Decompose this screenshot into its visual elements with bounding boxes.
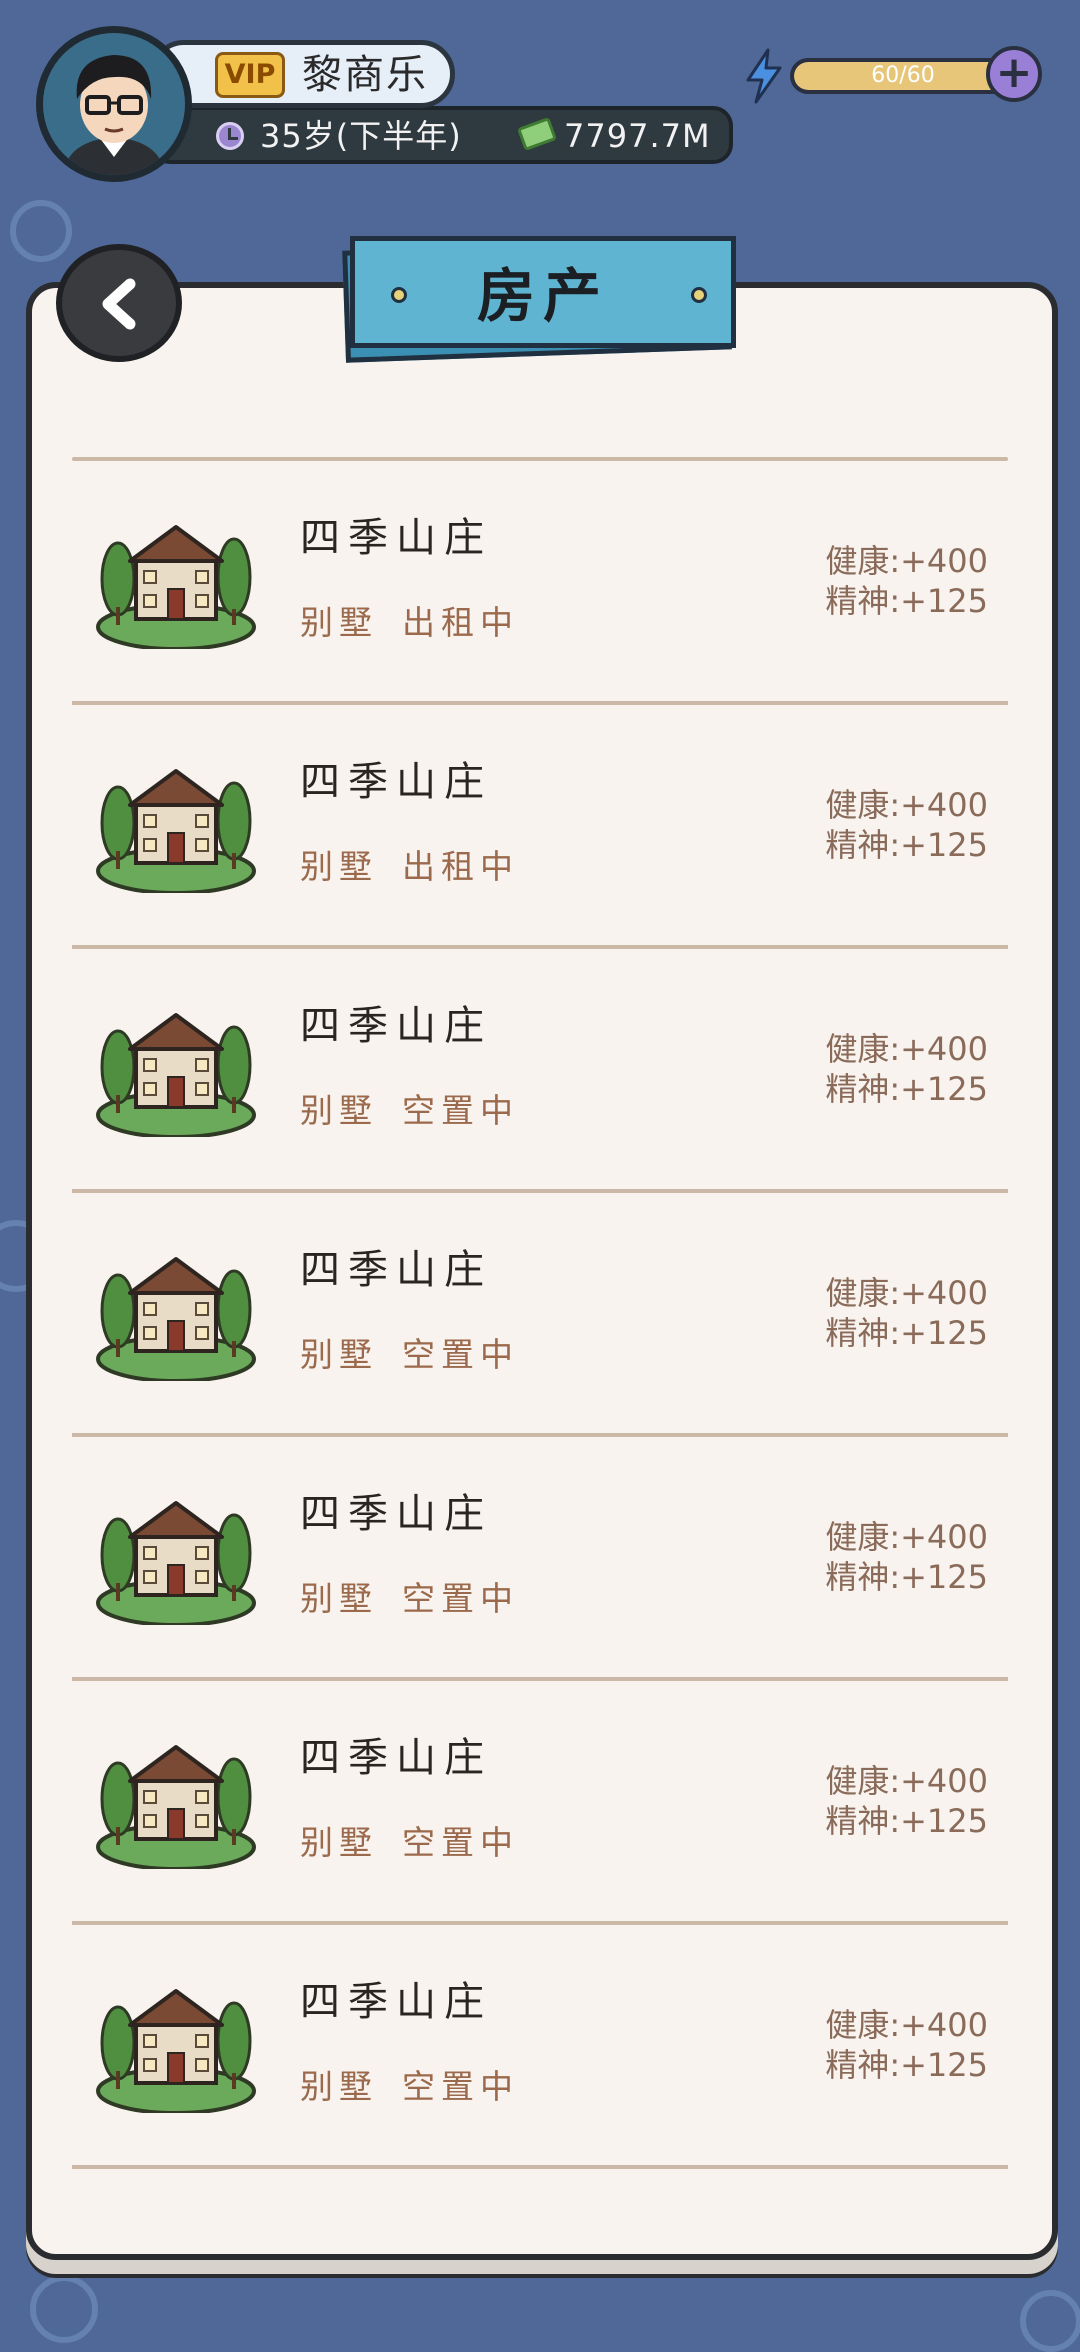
property-type: 别墅 [300, 2067, 378, 2106]
page-title: 房产 [476, 262, 609, 330]
villa-house-icon [96, 769, 256, 893]
spirit-bonus: 精神:+125 [825, 1802, 988, 1840]
property-name: 四季山庄 [300, 1491, 492, 1537]
property-type: 别墅 [300, 1823, 378, 1862]
property-name: 四季山庄 [300, 759, 492, 805]
add-energy-button[interactable]: + [986, 46, 1042, 102]
property-status: 空置中 [402, 1091, 519, 1130]
property-status: 空置中 [402, 2067, 519, 2106]
property-type: 别墅 [300, 1579, 378, 1618]
background-doodle [30, 2275, 98, 2343]
villa-house-icon [96, 525, 256, 649]
health-bonus: 健康:+400 [825, 542, 988, 580]
background-doodle [10, 200, 72, 262]
avatar-portrait-icon [43, 33, 185, 175]
energy-value: 60/60 [871, 63, 935, 88]
property-name: 四季山庄 [300, 1735, 492, 1781]
health-bonus: 健康:+400 [825, 1030, 988, 1068]
chevron-left-icon [102, 278, 136, 330]
villa-house-icon [96, 1013, 256, 1137]
health-bonus: 健康:+400 [825, 1762, 988, 1800]
property-name: 四季山庄 [300, 1003, 492, 1049]
property-status: 出租中 [402, 603, 519, 642]
property-name: 四季山庄 [300, 1979, 492, 2025]
villa-house-icon [96, 1501, 256, 1625]
background-doodle [1020, 2290, 1080, 2352]
player-stats-bar: 35岁(下半年) 7797.7M [150, 106, 733, 164]
property-row[interactable]: 四季山庄 别墅 空置中 健康:+400 精神:+125 [72, 1437, 1008, 1681]
villa-house-icon [96, 1745, 256, 1869]
plus-icon: + [995, 47, 1033, 98]
villa-house-icon [96, 1989, 256, 2113]
title-banner-front-card: 房产 [350, 236, 736, 348]
villa-house-icon [96, 1257, 256, 1381]
player-money: 7797.7M [564, 117, 711, 155]
player-avatar[interactable] [36, 26, 192, 182]
health-bonus: 健康:+400 [825, 786, 988, 824]
property-type: 别墅 [300, 1091, 378, 1130]
health-bonus: 健康:+400 [825, 1274, 988, 1312]
property-row[interactable]: 四季山庄 别墅 空置中 健康:+400 精神:+125 [72, 949, 1008, 1193]
spirit-bonus: 精神:+125 [825, 2046, 988, 2084]
property-row[interactable]: 四季山庄 别墅 空置中 健康:+400 精神:+125 [72, 1193, 1008, 1437]
back-button[interactable] [56, 244, 182, 362]
spirit-bonus: 精神:+125 [825, 1558, 988, 1596]
spirit-bonus: 精神:+125 [825, 582, 988, 620]
property-row[interactable]: 四季山庄 别墅 空置中 健康:+400 精神:+125 [72, 1925, 1008, 2169]
clock-icon [216, 122, 244, 150]
property-status: 出租中 [402, 847, 519, 886]
property-status: 空置中 [402, 1335, 519, 1374]
health-bonus: 健康:+400 [825, 1518, 988, 1556]
property-type: 别墅 [300, 847, 378, 886]
title-banner: 房产 [342, 236, 738, 363]
spirit-bonus: 精神:+125 [825, 1070, 988, 1108]
player-name-pill: VIP 黎商乐 [150, 40, 455, 108]
property-row[interactable]: 四季山庄 别墅 出租中 健康:+400 精神:+125 [72, 705, 1008, 949]
property-status: 空置中 [402, 1823, 519, 1862]
player-age: 35岁(下半年) [260, 117, 462, 155]
spirit-bonus: 精神:+125 [825, 826, 988, 864]
spirit-bonus: 精神:+125 [825, 1314, 988, 1352]
player-name: 黎商乐 [302, 52, 428, 98]
vip-badge[interactable]: VIP [215, 52, 285, 98]
property-status: 空置中 [402, 1579, 519, 1618]
energy-bar: 60/60 [790, 58, 1016, 94]
property-type: 别墅 [300, 1335, 378, 1374]
property-type: 别墅 [300, 603, 378, 642]
lightning-icon [746, 48, 782, 104]
property-name: 四季山庄 [300, 515, 492, 561]
property-name: 四季山庄 [300, 1247, 492, 1293]
property-row[interactable]: 四季山庄 别墅 空置中 健康:+400 精神:+125 [72, 1681, 1008, 1925]
property-row[interactable]: 四季山庄 别墅 出租中 健康:+400 精神:+125 [72, 461, 1008, 705]
money-icon [516, 116, 558, 152]
property-list: 四季山庄 别墅 出租中 健康:+400 精神:+125 四季山庄 别墅 出租中 … [72, 457, 1008, 2169]
health-bonus: 健康:+400 [825, 2006, 988, 2044]
